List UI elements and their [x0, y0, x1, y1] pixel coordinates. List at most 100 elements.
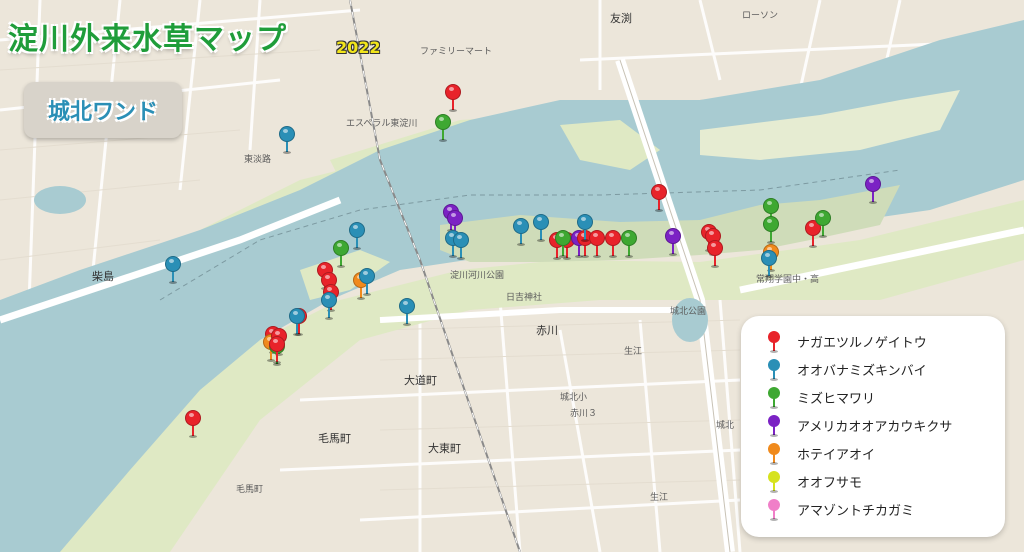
marker-head	[665, 228, 681, 244]
place-label: 友渕	[610, 12, 632, 25]
marker-head	[279, 126, 295, 142]
place-label: 生江	[650, 493, 669, 503]
marker-shadow	[809, 245, 817, 248]
place-label: 城北	[716, 421, 735, 431]
place-label: 日吉神社	[506, 293, 543, 303]
marker-shadow	[293, 333, 301, 336]
marker-head	[185, 410, 201, 426]
marker-head	[447, 210, 463, 226]
map-marker[interactable]	[665, 228, 681, 258]
legend-label: アマゾントチカガミ	[797, 503, 915, 519]
map-marker[interactable]	[707, 240, 723, 270]
marker-head	[453, 232, 469, 248]
map-marker[interactable]	[359, 268, 375, 298]
place-label: 城北公園	[670, 307, 707, 317]
marker-shadow	[581, 239, 589, 242]
map-marker[interactable]	[555, 230, 571, 260]
marker-shadow	[581, 255, 589, 258]
marker-shadow	[537, 239, 545, 242]
marker-head	[435, 114, 451, 130]
marker-shadow	[869, 201, 877, 204]
legend-item: オオバナミズキンバイ	[767, 356, 927, 382]
marker-shadow	[517, 243, 525, 246]
map-marker[interactable]	[165, 256, 181, 286]
legend-item: ホテイアオイ	[767, 440, 875, 466]
legend-item: アメリカオオアカウキクサ	[767, 412, 952, 438]
legend-label: オオフサモ	[797, 475, 863, 491]
map-marker[interactable]	[185, 410, 201, 440]
marker-shadow	[169, 281, 177, 284]
map-marker[interactable]	[269, 336, 285, 366]
map-pin-icon	[767, 440, 783, 466]
marker-shadow	[593, 255, 601, 258]
map-marker[interactable]	[399, 298, 415, 328]
marker-head	[815, 210, 831, 226]
marker-head	[533, 214, 549, 230]
map-marker[interactable]	[349, 222, 365, 252]
marker-shadow	[669, 253, 677, 256]
map-marker[interactable]	[445, 84, 461, 114]
legend-item: ナガエツルノゲイトウ	[767, 328, 927, 354]
map-marker[interactable]	[435, 114, 451, 144]
marker-shadow	[403, 323, 411, 326]
map-marker[interactable]	[513, 218, 529, 248]
legend: ナガエツルノゲイトウ オオバナミズキンバイ ミズヒマワリ アメリカオオアカウキク…	[741, 316, 1005, 537]
place-label: エスペラル東淀川	[346, 119, 418, 129]
place-label: 生江	[624, 347, 643, 357]
map-marker[interactable]	[321, 292, 337, 322]
marker-head	[555, 230, 571, 246]
marker-shadow	[457, 257, 465, 260]
map-pin-icon	[767, 356, 783, 382]
legend-label: ナガエツルノゲイトウ	[797, 335, 927, 351]
marker-shadow	[449, 109, 457, 112]
map-marker[interactable]	[621, 230, 637, 260]
marker-shadow	[765, 275, 773, 278]
marker-shadow	[625, 255, 633, 258]
marker-shadow	[363, 293, 371, 296]
marker-shadow	[273, 361, 281, 364]
map-marker[interactable]	[763, 216, 779, 246]
map-view[interactable]: 豊里 東淡路 柴島 大道町 赤川 赤川３ 毛馬町 毛馬町 大東町 生江 生江 城…	[0, 0, 1024, 552]
map-marker[interactable]	[333, 240, 349, 270]
map-pin-icon	[767, 496, 783, 522]
map-marker[interactable]	[533, 214, 549, 244]
map-marker[interactable]	[761, 250, 777, 280]
map-pin-icon	[767, 412, 783, 438]
map-marker[interactable]	[577, 214, 593, 244]
place-label: ファミリーマート	[420, 47, 493, 57]
place-label: 城北小	[560, 393, 588, 403]
place-label: 淀川河川公園	[450, 271, 505, 281]
place-label: 大道町	[404, 374, 437, 387]
map-marker[interactable]	[289, 308, 305, 338]
marker-head	[349, 222, 365, 238]
marker-shadow	[189, 435, 197, 438]
marker-shadow	[283, 151, 291, 154]
marker-head	[605, 230, 621, 246]
map-pin-icon	[767, 328, 783, 354]
marker-head	[321, 292, 337, 308]
marker-shadow	[325, 317, 333, 320]
map-marker[interactable]	[865, 176, 881, 206]
marker-head	[359, 268, 375, 284]
marker-head	[445, 84, 461, 100]
legend-item: ミズヒマワリ	[767, 384, 875, 410]
marker-shadow	[711, 265, 719, 268]
area-badge: 城北ワンド	[24, 82, 182, 138]
marker-shadow	[819, 235, 827, 238]
map-marker[interactable]	[453, 232, 469, 262]
legend-item: アマゾントチカガミ	[767, 496, 914, 522]
marker-head	[621, 230, 637, 246]
map-marker[interactable]	[651, 184, 667, 214]
marker-head	[763, 198, 779, 214]
marker-head	[761, 250, 777, 266]
legend-label: ミズヒマワリ	[797, 391, 876, 407]
map-marker[interactable]	[605, 230, 621, 260]
map-marker[interactable]	[279, 126, 295, 156]
place-label: 毛馬町	[318, 432, 351, 445]
place-label: 赤川３	[570, 409, 598, 419]
legend-label: オオバナミズキンバイ	[797, 363, 927, 379]
map-marker[interactable]	[815, 210, 831, 240]
marker-head	[399, 298, 415, 314]
marker-head	[577, 214, 593, 230]
place-label: 東淡路	[244, 155, 272, 165]
